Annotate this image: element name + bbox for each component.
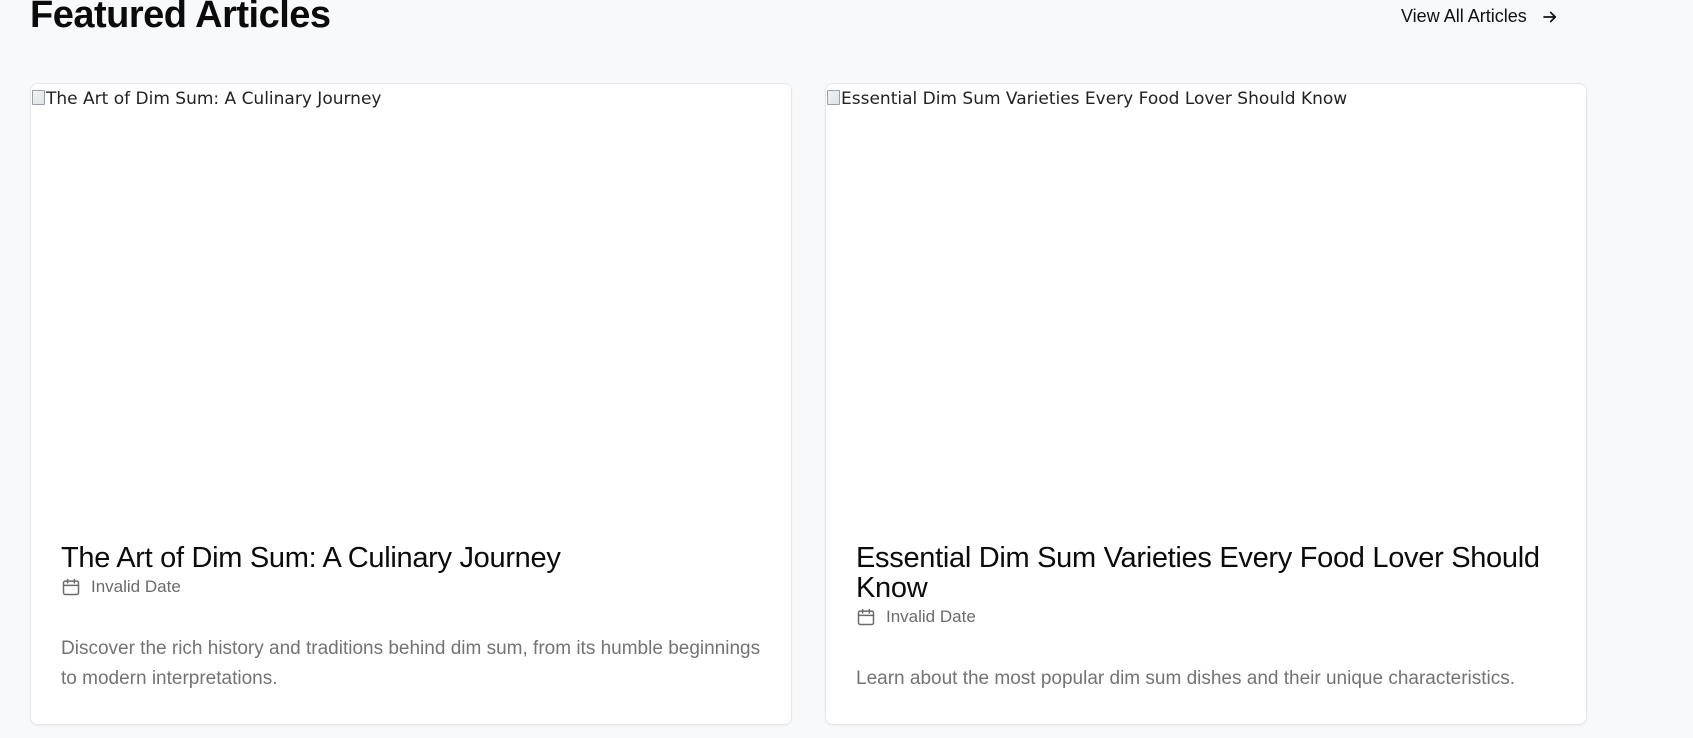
article-card[interactable]: Essential Dim Sum Varieties Every Food L… [825, 83, 1587, 725]
broken-image-icon [31, 89, 45, 105]
broken-image-placeholder: Essential Dim Sum Varieties Every Food L… [826, 89, 1347, 109]
article-excerpt: Discover the rich history and traditions… [61, 638, 761, 689]
article-date-row: Invalid Date [61, 577, 761, 597]
article-body: Essential Dim Sum Varieties Every Food L… [856, 543, 1556, 627]
article-image: The Art of Dim Sum: A Culinary Journey [31, 84, 791, 514]
calendar-icon [61, 577, 81, 597]
article-date: Invalid Date [886, 607, 976, 626]
article-title[interactable]: The Art of Dim Sum: A Culinary Journey [61, 543, 761, 573]
article-title[interactable]: Essential Dim Sum Varieties Every Food L… [856, 543, 1556, 603]
view-all-articles-link[interactable]: View All Articles [1401, 6, 1559, 27]
broken-image-icon [826, 89, 840, 105]
article-card[interactable]: The Art of Dim Sum: A Culinary Journey T… [30, 83, 792, 725]
article-excerpt: Learn about the most popular dim sum dis… [856, 668, 1516, 689]
view-all-label: View All Articles [1401, 6, 1527, 26]
article-body: The Art of Dim Sum: A Culinary Journey I… [61, 543, 761, 597]
article-date-row: Invalid Date [856, 607, 1556, 627]
article-date: Invalid Date [91, 577, 181, 596]
section-title: Featured Articles [30, 0, 331, 36]
calendar-icon [856, 607, 876, 627]
image-alt-text: Essential Dim Sum Varieties Every Food L… [841, 89, 1348, 109]
broken-image-placeholder: The Art of Dim Sum: A Culinary Journey [31, 89, 381, 109]
image-alt-text: The Art of Dim Sum: A Culinary Journey [46, 89, 382, 109]
featured-articles-page: Featured Articles View All Articles The … [0, 0, 1693, 738]
section-header: Featured Articles View All Articles [30, 0, 1570, 44]
article-image: Essential Dim Sum Varieties Every Food L… [826, 84, 1586, 514]
arrow-right-icon [1541, 8, 1559, 26]
